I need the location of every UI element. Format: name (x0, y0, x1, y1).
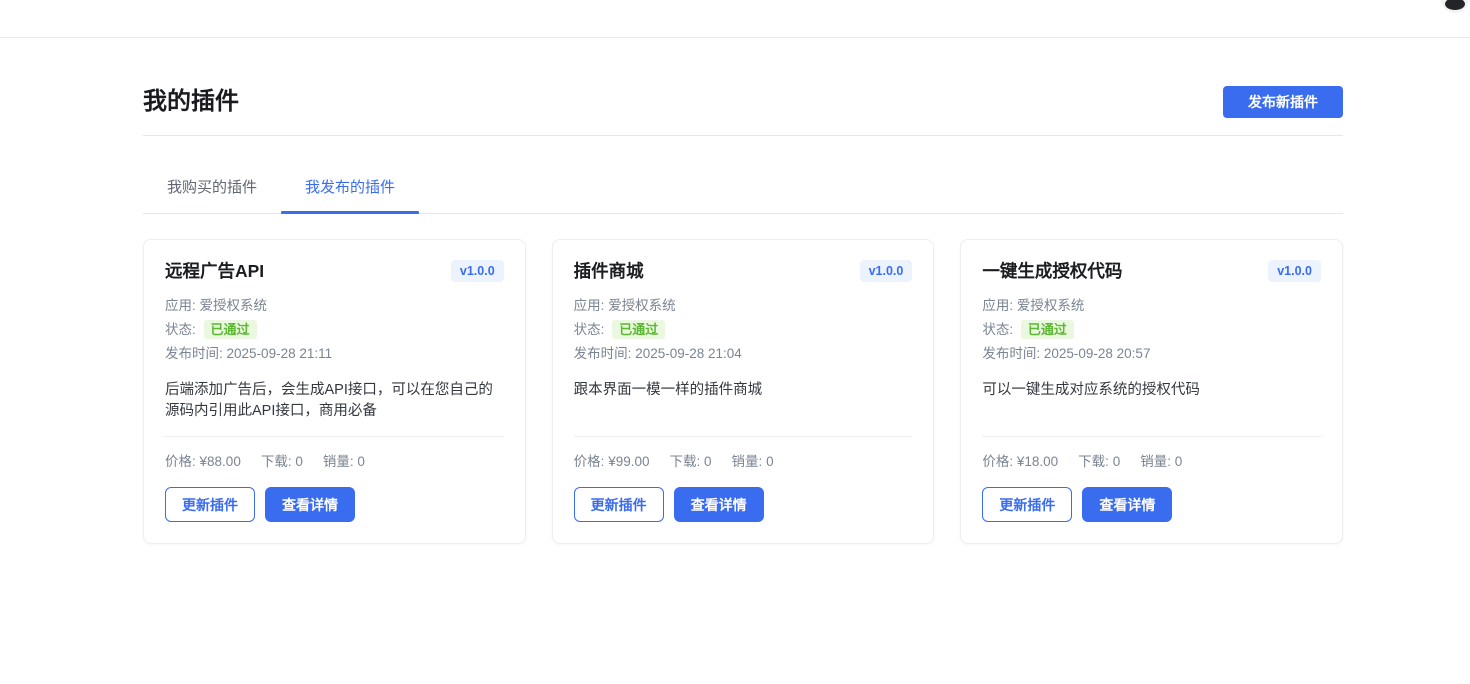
price-label: 价格: (165, 454, 196, 469)
plugin-stats: 价格: ¥18.00 下载: 0 销量: 0 (982, 437, 1321, 470)
top-bar (0, 0, 1470, 38)
plugin-actions: 更新插件 查看详情 (982, 487, 1321, 522)
plugin-status-line: 状态: 已通过 (982, 318, 1321, 342)
plugin-status-line: 状态: 已通过 (165, 318, 504, 342)
sales-stat: 销量: 0 (732, 450, 774, 470)
downloads-value: 0 (704, 454, 712, 469)
price-value: ¥18.00 (1017, 454, 1058, 469)
downloads-label: 下载: (669, 454, 700, 469)
price-stat: 价格: ¥88.00 (165, 450, 241, 470)
view-details-button[interactable]: 查看详情 (674, 487, 764, 522)
plugin-meta: 应用: 爱授权系统 状态: 已通过 发布时间: 2025-09-28 21:11 (165, 294, 504, 366)
downloads-value: 0 (295, 454, 303, 469)
version-badge: v1.0.0 (451, 260, 504, 282)
page-title: 我的插件 (143, 89, 239, 115)
price-value: ¥99.00 (608, 454, 649, 469)
view-details-button[interactable]: 查看详情 (265, 487, 355, 522)
published-label: 发布时间: (982, 346, 1040, 361)
header-divider (143, 135, 1343, 136)
tab-purchased-plugins[interactable]: 我购买的插件 (143, 165, 281, 213)
app-value: 爱授权系统 (1017, 298, 1085, 313)
tabs: 我购买的插件 我发布的插件 (143, 165, 1343, 214)
plugin-app-line: 应用: 爱授权系统 (574, 294, 913, 318)
sales-label: 销量: (732, 454, 763, 469)
plugin-published-line: 发布时间: 2025-09-28 21:04 (574, 342, 913, 366)
version-badge: v1.0.0 (860, 260, 913, 282)
user-avatar[interactable] (1441, 0, 1469, 13)
plugin-app-line: 应用: 爱授权系统 (165, 294, 504, 318)
plugin-meta: 应用: 爱授权系统 状态: 已通过 发布时间: 2025-09-28 20:57 (982, 294, 1321, 366)
status-label: 状态: (982, 322, 1013, 337)
plugin-card: 一键生成授权代码 v1.0.0 应用: 爱授权系统 状态: 已通过 发布时间: … (960, 239, 1343, 544)
version-badge: v1.0.0 (1268, 260, 1321, 282)
page-header: 我的插件 发布新插件 (143, 86, 1343, 118)
downloads-label: 下载: (261, 454, 292, 469)
update-plugin-button[interactable]: 更新插件 (165, 487, 255, 522)
plugin-meta: 应用: 爱授权系统 状态: 已通过 发布时间: 2025-09-28 21:04 (574, 294, 913, 366)
plugin-card: 远程广告API v1.0.0 应用: 爱授权系统 状态: 已通过 发布时间: 2… (143, 239, 526, 544)
downloads-stat: 下载: 0 (1078, 450, 1120, 470)
status-badge: 已通过 (612, 320, 665, 339)
plugin-actions: 更新插件 查看详情 (574, 487, 913, 522)
view-details-button[interactable]: 查看详情 (1082, 487, 1172, 522)
downloads-stat: 下载: 0 (669, 450, 711, 470)
my-plugins-page: 我的插件 发布新插件 我购买的插件 我发布的插件 远程广告API v1.0.0 … (143, 38, 1343, 544)
sales-value: 0 (357, 454, 365, 469)
sales-label: 销量: (1140, 454, 1171, 469)
sales-value: 0 (766, 454, 774, 469)
plugin-description: 可以一键生成对应系统的授权代码 (982, 380, 1321, 436)
app-value: 爱授权系统 (200, 298, 268, 313)
published-value: 2025-09-28 20:57 (1044, 346, 1151, 361)
status-badge: 已通过 (204, 320, 257, 339)
published-label: 发布时间: (165, 346, 223, 361)
downloads-label: 下载: (1078, 454, 1109, 469)
published-value: 2025-09-28 21:04 (635, 346, 742, 361)
plugin-description: 跟本界面一模一样的插件商城 (574, 380, 913, 436)
price-stat: 价格: ¥18.00 (982, 450, 1058, 470)
status-label: 状态: (574, 322, 605, 337)
user-icon (1445, 0, 1465, 10)
plugin-title: 远程广告API (165, 259, 264, 283)
plugin-title: 一键生成授权代码 (982, 259, 1122, 283)
plugin-published-line: 发布时间: 2025-09-28 20:57 (982, 342, 1321, 366)
plugin-description: 后端添加广告后，会生成API接口，可以在您自己的源码内引用此API接口，商用必备 (165, 380, 504, 436)
sales-stat: 销量: 0 (323, 450, 365, 470)
price-stat: 价格: ¥99.00 (574, 450, 650, 470)
app-label: 应用: (982, 298, 1013, 313)
tab-published-plugins[interactable]: 我发布的插件 (281, 165, 419, 213)
status-label: 状态: (165, 322, 196, 337)
price-label: 价格: (574, 454, 605, 469)
plugin-card-header: 一键生成授权代码 v1.0.0 (982, 259, 1321, 283)
sales-label: 销量: (323, 454, 354, 469)
plugin-card-grid: 远程广告API v1.0.0 应用: 爱授权系统 状态: 已通过 发布时间: 2… (143, 239, 1343, 544)
price-value: ¥88.00 (200, 454, 241, 469)
plugin-card: 插件商城 v1.0.0 应用: 爱授权系统 状态: 已通过 发布时间: 2025… (552, 239, 935, 544)
plugin-stats: 价格: ¥88.00 下载: 0 销量: 0 (165, 437, 504, 470)
published-value: 2025-09-28 21:11 (227, 346, 333, 361)
plugin-card-header: 插件商城 v1.0.0 (574, 259, 913, 283)
price-label: 价格: (982, 454, 1013, 469)
plugin-title: 插件商城 (574, 259, 644, 283)
app-label: 应用: (165, 298, 196, 313)
plugin-stats: 价格: ¥99.00 下载: 0 销量: 0 (574, 437, 913, 470)
downloads-stat: 下载: 0 (261, 450, 303, 470)
sales-stat: 销量: 0 (1140, 450, 1182, 470)
update-plugin-button[interactable]: 更新插件 (982, 487, 1072, 522)
publish-plugin-button[interactable]: 发布新插件 (1223, 86, 1343, 118)
plugin-app-line: 应用: 爱授权系统 (982, 294, 1321, 318)
sales-value: 0 (1175, 454, 1183, 469)
app-value: 爱授权系统 (608, 298, 676, 313)
plugin-actions: 更新插件 查看详情 (165, 487, 504, 522)
plugin-published-line: 发布时间: 2025-09-28 21:11 (165, 342, 504, 366)
plugin-card-header: 远程广告API v1.0.0 (165, 259, 504, 283)
published-label: 发布时间: (574, 346, 632, 361)
downloads-value: 0 (1113, 454, 1121, 469)
app-label: 应用: (574, 298, 605, 313)
update-plugin-button[interactable]: 更新插件 (574, 487, 664, 522)
status-badge: 已通过 (1021, 320, 1074, 339)
plugin-status-line: 状态: 已通过 (574, 318, 913, 342)
